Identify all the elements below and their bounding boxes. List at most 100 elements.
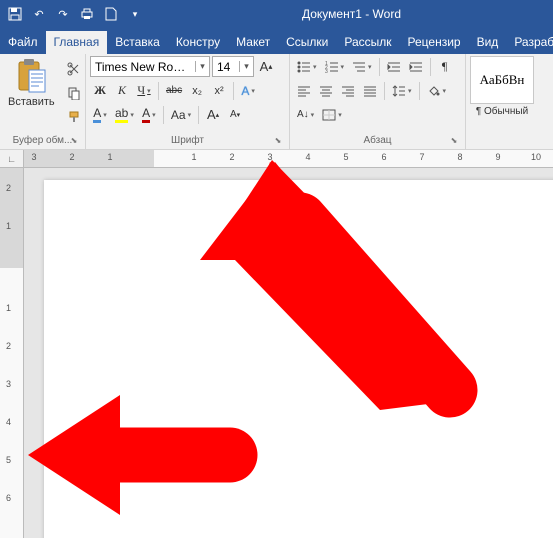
bucket-icon — [427, 85, 441, 97]
justify-button[interactable] — [360, 80, 380, 101]
grow-font2-button[interactable]: A▴ — [203, 104, 223, 125]
borders-icon — [322, 109, 336, 121]
tab-layout[interactable]: Макет — [228, 31, 278, 54]
bold-button[interactable]: Ж — [90, 80, 110, 101]
show-marks-button[interactable]: ¶ — [435, 56, 455, 77]
align-left-icon — [297, 85, 311, 97]
text-cursor — [300, 295, 301, 313]
chevron-down-icon[interactable]: ▾ — [195, 61, 209, 72]
styles-label — [470, 144, 549, 149]
separator — [384, 82, 385, 100]
align-center-button[interactable] — [316, 80, 336, 101]
highlight-button[interactable]: ab — [112, 104, 137, 125]
paste-button[interactable]: Вставить — [4, 56, 59, 110]
shading-button[interactable] — [424, 80, 450, 101]
strike-button[interactable]: abc — [163, 80, 185, 101]
shrink-font-button[interactable]: A▾ — [225, 104, 245, 125]
font-name-combo[interactable]: Times New Roman ▾ — [90, 56, 210, 77]
copy-button[interactable] — [63, 82, 85, 104]
align-left-button[interactable] — [294, 80, 314, 101]
workspace: ∟ 32112345678910 21123456 — [0, 150, 553, 538]
font-color2-button[interactable]: A — [90, 104, 110, 125]
multilevel-button[interactable] — [349, 56, 375, 77]
justify-icon — [363, 85, 377, 97]
outdent-icon — [387, 61, 401, 73]
indent-button[interactable] — [406, 56, 426, 77]
italic-button[interactable]: К — [112, 80, 132, 101]
font-launcher[interactable]: ⬊ — [273, 136, 283, 146]
separator — [419, 82, 420, 100]
tab-design[interactable]: Констру — [168, 31, 228, 54]
tab-review[interactable]: Рецензир — [400, 31, 469, 54]
grow-font-button[interactable]: A▴ — [256, 56, 276, 77]
title-bar: ↶ ↷ ▾ Документ1 - Word — [0, 0, 553, 28]
text-effects-button[interactable]: A — [238, 80, 258, 101]
align-right-button[interactable] — [338, 80, 358, 101]
chevron-down-icon[interactable]: ▾ — [239, 61, 253, 72]
font-size-combo[interactable]: 14 ▾ — [212, 56, 254, 77]
align-right-icon — [341, 85, 355, 97]
cut-button[interactable] — [63, 58, 85, 80]
clipboard-icon — [15, 58, 47, 94]
group-styles: АаБбВн ¶ Обычный — [466, 54, 553, 149]
paragraph-launcher[interactable]: ⬊ — [449, 136, 459, 146]
quick-access-toolbar: ↶ ↷ ▾ — [0, 3, 150, 25]
tab-developer[interactable]: Разрабо — [506, 31, 553, 54]
separator — [430, 58, 431, 76]
document-page[interactable] — [44, 180, 553, 538]
save-button[interactable] — [4, 3, 26, 25]
style-normal[interactable]: АаБбВн ¶ Обычный — [470, 56, 534, 117]
outdent-button[interactable] — [384, 56, 404, 77]
clipboard-launcher[interactable]: ⬊ — [69, 136, 79, 146]
tab-references[interactable]: Ссылки — [278, 31, 336, 54]
tab-selector[interactable]: ∟ — [0, 150, 24, 168]
align-center-icon — [319, 85, 333, 97]
qat-customize-button[interactable]: ▾ — [124, 3, 146, 25]
separator — [158, 82, 159, 100]
underline-button[interactable]: Ч — [134, 80, 154, 101]
tab-file[interactable]: Файл — [0, 31, 46, 54]
paste-label: Вставить — [8, 96, 55, 108]
separator — [198, 106, 199, 124]
borders-button[interactable] — [319, 104, 345, 125]
ribbon: Вставить Буфер обм...⬊ Times — [0, 54, 553, 150]
vertical-ruler[interactable]: 21123456 — [0, 168, 24, 538]
undo-button[interactable]: ↶ — [28, 3, 50, 25]
bullets-icon — [297, 61, 311, 73]
indent-icon — [409, 61, 423, 73]
page-area[interactable] — [24, 168, 553, 538]
multilevel-icon — [352, 61, 366, 73]
change-case-button[interactable]: Aa — [168, 104, 194, 125]
new-doc-button[interactable] — [100, 3, 122, 25]
font-size-value: 14 — [213, 60, 239, 74]
subscript-button[interactable]: x₂ — [187, 80, 207, 101]
svg-text:3: 3 — [325, 69, 328, 73]
numbering-button[interactable]: 123 — [322, 56, 348, 77]
brush-icon — [67, 110, 81, 124]
tab-insert[interactable]: Вставка — [107, 31, 168, 54]
font-color-button[interactable]: A — [139, 104, 159, 125]
scissors-icon — [67, 62, 81, 76]
copy-icon — [67, 86, 81, 100]
quick-print-button[interactable] — [76, 3, 98, 25]
paragraph-label: Абзац⬊ — [294, 133, 461, 149]
spacing-icon — [392, 85, 406, 97]
group-paragraph: 123 ¶ — [290, 54, 466, 149]
redo-button[interactable]: ↷ — [52, 3, 74, 25]
horizontal-ruler[interactable]: 32112345678910 — [24, 150, 553, 168]
window-title: Документ1 - Word — [150, 7, 553, 21]
superscript-button[interactable]: x² — [209, 80, 229, 101]
style-name: ¶ Обычный — [476, 106, 528, 117]
line-spacing-button[interactable] — [389, 80, 415, 101]
font-name-value: Times New Roman — [91, 60, 195, 74]
tab-view[interactable]: Вид — [469, 31, 507, 54]
separator — [163, 106, 164, 124]
numbering-icon: 123 — [325, 61, 339, 73]
tab-home[interactable]: Главная — [46, 31, 108, 54]
tab-mailings[interactable]: Рассылк — [336, 31, 399, 54]
format-painter-button[interactable] — [63, 106, 85, 128]
sort-button[interactable]: A↓ — [294, 104, 317, 125]
bullets-button[interactable] — [294, 56, 320, 77]
group-font: Times New Roman ▾ 14 ▾ A▴ Ж К Ч abc x₂ — [86, 54, 290, 149]
separator — [379, 58, 380, 76]
